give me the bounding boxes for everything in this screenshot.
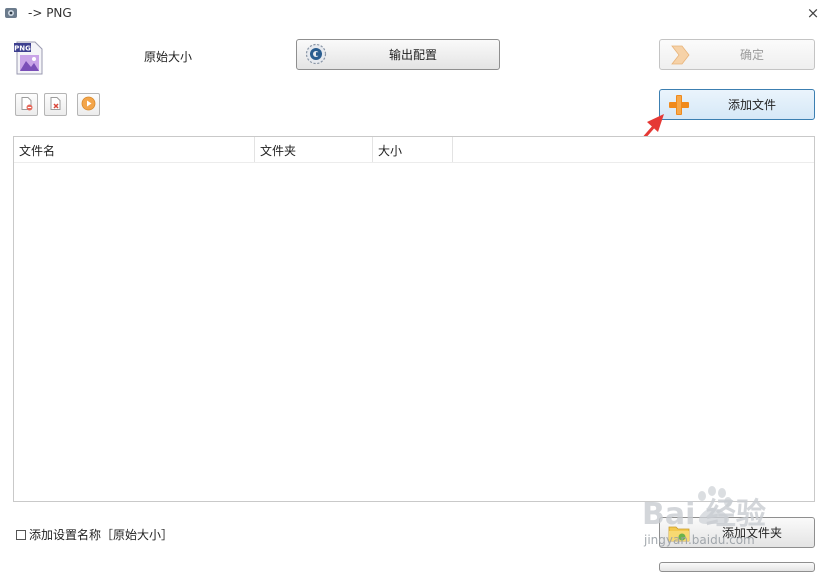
output-config-label: 输出配置 xyxy=(388,47,437,62)
window-title: -> PNG xyxy=(28,6,72,20)
output-config-button[interactable]: 输出配置 xyxy=(296,39,500,70)
plus-icon xyxy=(668,94,690,116)
app-icon xyxy=(4,6,18,20)
play-icon xyxy=(81,96,96,114)
file-list-header: 文件名 文件夹 大小 xyxy=(14,137,814,163)
add-file-label: 添加文件 xyxy=(727,97,776,112)
remove-file-icon xyxy=(48,96,63,114)
confirm-button[interactable]: 确定 xyxy=(659,39,815,70)
add-file-icon xyxy=(19,96,34,114)
watermark-text: Bai 经验 xyxy=(642,497,766,532)
png-badge-text: PNG xyxy=(14,45,31,53)
column-header-size[interactable]: 大小 xyxy=(373,137,453,162)
add-setting-name-label: 添加设置名称［原始大小］ xyxy=(29,528,174,542)
start-tool-button[interactable] xyxy=(77,93,100,116)
confirm-arrow-icon xyxy=(668,43,692,67)
column-header-filename[interactable]: 文件名 xyxy=(14,137,255,162)
add-setting-name-checkbox[interactable] xyxy=(16,530,26,540)
png-image-icon: PNG xyxy=(14,41,44,75)
remove-file-tool-button[interactable] xyxy=(44,93,67,116)
size-preset-label: 原始大小 xyxy=(144,50,193,64)
add-setting-name-option[interactable]: 添加设置名称［原始大小］ xyxy=(16,527,173,543)
column-header-folder[interactable]: 文件夹 xyxy=(255,137,373,162)
baidu-watermark: Bai 经验 jingyan.baidu.com xyxy=(640,478,790,558)
watermark-url: jingyan.baidu.com xyxy=(643,533,755,547)
gear-icon xyxy=(305,43,327,65)
add-file-button[interactable]: 添加文件 xyxy=(659,89,815,120)
file-list[interactable]: 文件名 文件夹 大小 xyxy=(13,136,815,502)
bottom-cut-off-button[interactable] xyxy=(659,562,815,572)
add-file-tool-button[interactable] xyxy=(15,93,38,116)
confirm-label: 确定 xyxy=(739,47,764,62)
close-button[interactable]: × xyxy=(804,4,822,22)
